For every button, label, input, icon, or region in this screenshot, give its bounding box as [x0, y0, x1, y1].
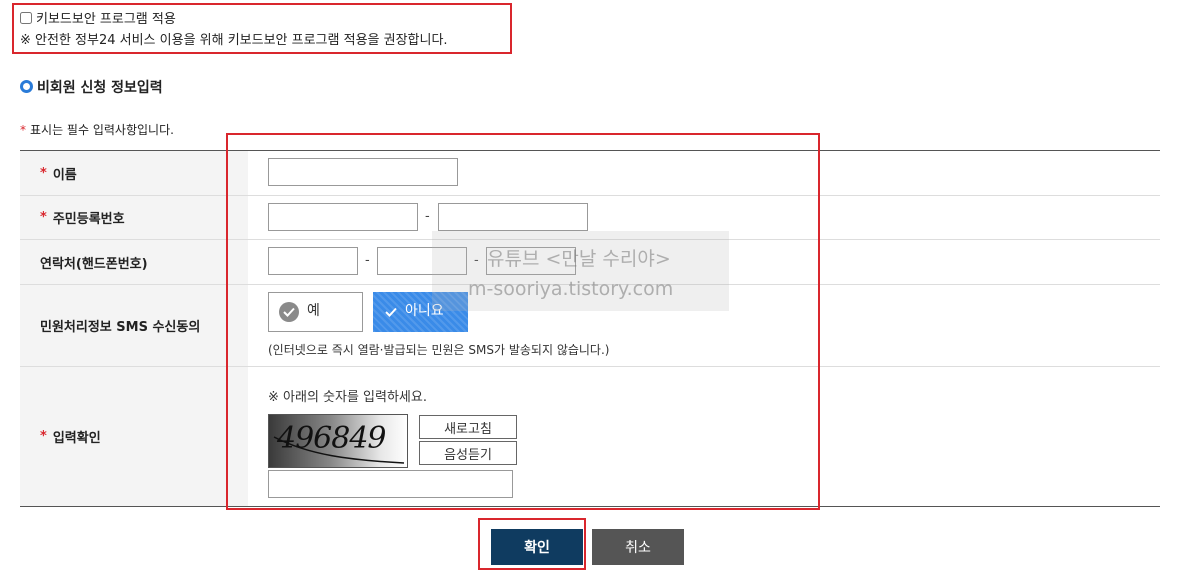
form-highlight — [226, 133, 820, 510]
required-note-text: 표시는 필수 입력사항입니다. — [30, 123, 174, 137]
rrn-label-text: 주민등록번호 — [52, 212, 125, 227]
required-star: * — [40, 429, 47, 444]
verify-label-text: 입력확인 — [52, 431, 101, 446]
required-mark: * — [20, 123, 26, 137]
phone-label: 연락처(핸드폰번호) — [20, 240, 248, 284]
section-bullet-icon — [20, 80, 33, 93]
keyboard-security-option[interactable]: 키보드보안 프로그램 적용 — [20, 8, 176, 27]
watermark-line2: m-sooriya.tistory.com — [468, 278, 674, 300]
watermark: 유튜브 <만날 수리야> m-sooriya.tistory.com — [432, 231, 729, 311]
confirm-button[interactable]: 확인 — [491, 529, 583, 565]
required-star: * — [40, 210, 47, 225]
required-note: * 표시는 필수 입력사항입니다. — [20, 121, 174, 138]
keyboard-security-notice: ※ 안전한 정부24 서비스 이용을 위해 키보드보안 프로그램 적용을 권장합… — [20, 33, 448, 48]
section-title: 비회원 신청 정보입력 — [37, 80, 163, 96]
name-label-text: 이름 — [52, 167, 77, 183]
cancel-button[interactable]: 취소 — [592, 529, 684, 565]
keyboard-security-checkbox[interactable] — [20, 11, 32, 24]
watermark-line1: 유튜브 <만날 수리야> — [487, 248, 671, 270]
required-star: * — [40, 165, 47, 181]
verify-label: * 입력확인 — [20, 367, 248, 506]
sms-label-text: 민원처리정보 SMS 수신동의 — [40, 320, 201, 335]
sms-label: 민원처리정보 SMS 수신동의 — [20, 285, 248, 366]
phone-label-text: 연락처(핸드폰번호) — [40, 256, 148, 272]
name-label: * 이름 — [20, 151, 248, 195]
rrn-label: * 주민등록번호 — [20, 196, 248, 239]
keyboard-security-label: 키보드보안 프로그램 적용 — [36, 12, 176, 27]
